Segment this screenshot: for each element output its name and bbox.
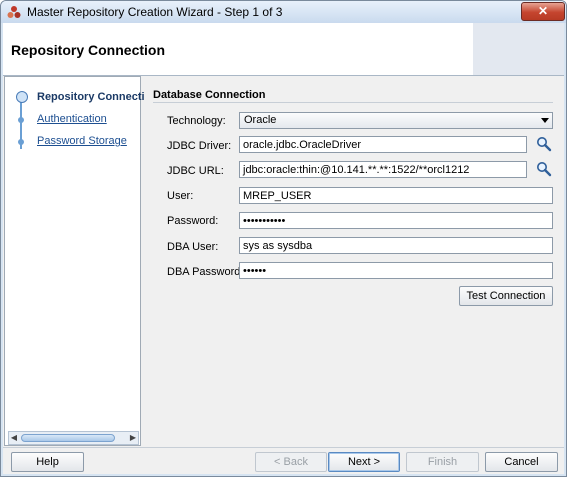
dba-user-field[interactable]: sys as sysdba: [239, 237, 553, 254]
jdbc-url-label: JDBC URL:: [167, 165, 224, 177]
user-field[interactable]: MREP_USER: [239, 187, 553, 204]
password-field[interactable]: •••••••••••: [239, 212, 553, 229]
step-password-storage[interactable]: Password Storage: [37, 135, 127, 147]
window-title: Master Repository Creation Wizard - Step…: [27, 5, 283, 19]
wizard-header: Repository Connection: [3, 23, 564, 76]
back-button[interactable]: < Back: [255, 452, 327, 472]
dba-password-label: DBA Password:: [167, 266, 244, 278]
test-connection-button[interactable]: Test Connection: [459, 286, 553, 306]
password-label: Password:: [167, 215, 219, 227]
footer-divider: [3, 447, 564, 448]
finish-button[interactable]: Finish: [406, 452, 479, 472]
page-title: Repository Connection: [11, 42, 166, 58]
jdbc-url-field[interactable]: jdbc:oracle:thin:@10.141.**.**:1522/**or…: [239, 161, 527, 178]
scroll-left-icon[interactable]: ◀: [9, 432, 19, 444]
cancel-button[interactable]: Cancel: [485, 452, 558, 472]
steps-horizontal-scrollbar[interactable]: ◀ ▶: [8, 431, 139, 445]
wizard-steps-panel: Repository Connecti Authentication Passw…: [4, 76, 145, 446]
step-marker-icon: [18, 139, 24, 145]
step-marker-icon: [18, 117, 24, 123]
technology-select[interactable]: Oracle: [239, 112, 553, 129]
next-button[interactable]: Next >: [328, 452, 400, 472]
dba-password-field[interactable]: ••••••: [239, 262, 553, 279]
help-button[interactable]: Help: [11, 452, 84, 472]
user-label: User:: [167, 190, 194, 202]
step-authentication[interactable]: Authentication: [37, 113, 107, 125]
scrollbar-thumb[interactable]: [21, 434, 115, 442]
wizard-body: Repository Connection Repository Connect…: [3, 23, 564, 474]
app-icon: [7, 6, 21, 18]
title-bar[interactable]: Master Repository Creation Wizard - Step…: [1, 1, 566, 23]
search-icon[interactable]: [536, 136, 552, 152]
wizard-window: Master Repository Creation Wizard - Step…: [0, 0, 567, 477]
header-graphic: [473, 23, 564, 75]
section-divider: [153, 102, 553, 103]
technology-value: Oracle: [244, 114, 277, 126]
jdbc-driver-label: JDBC Driver:: [167, 140, 232, 152]
technology-label: Technology:: [167, 115, 226, 127]
chevron-down-icon[interactable]: [541, 118, 549, 123]
close-button[interactable]: ✕: [521, 2, 565, 21]
current-step-marker-icon: [16, 91, 28, 103]
search-icon[interactable]: [536, 161, 552, 177]
section-title: Database Connection: [153, 89, 266, 101]
scroll-right-icon[interactable]: ▶: [128, 432, 138, 444]
jdbc-driver-field[interactable]: oracle.jdbc.OracleDriver: [239, 136, 527, 153]
step-repository-connection[interactable]: Repository Connecti: [37, 91, 145, 103]
dba-user-label: DBA User:: [167, 241, 219, 253]
